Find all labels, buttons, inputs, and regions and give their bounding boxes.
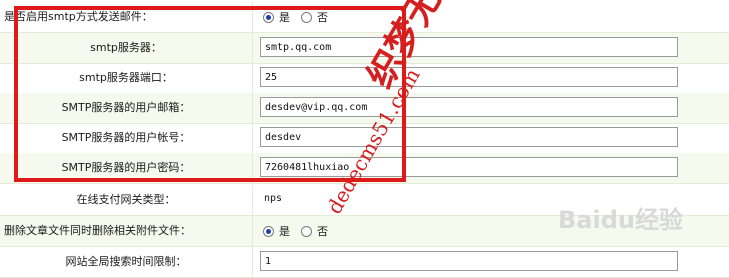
row-smtp-email: SMTP服务器的用户邮箱： desdev@vip.qq.com [0,93,729,124]
smtp-port-input[interactable]: 25 [260,67,678,87]
row-payment-gateway: 在线支付网关类型： nps [0,185,729,216]
smtp-enable-yes-radio[interactable] [263,11,274,23]
delete-attachments-yes-label[interactable]: 是 [279,223,290,239]
row-smtp-server: smtp服务器： smtp.qq.com [0,33,729,64]
delete-attachments-no-radio[interactable] [301,225,312,237]
smtp-enable-no-label[interactable]: 否 [317,9,328,25]
label-smtp-port: smtp服务器端口： [0,63,253,93]
payment-gateway-value[interactable]: nps [260,189,678,209]
smtp-enable-radio-group: 是 否 [263,2,334,32]
label-smtp-account: SMTP服务器的用户帐号： [0,123,253,153]
row-smtp-enable: 是否启用smtp方式发送邮件： 是 否 [0,2,729,33]
smtp-password-input[interactable]: 7260481lhuxiao [260,157,678,177]
row-smtp-password: SMTP服务器的用户密码： 7260481lhuxiao [0,153,729,184]
smtp-enable-no-radio[interactable] [301,11,312,23]
label-payment-gateway: 在线支付网关类型： [0,185,253,215]
smtp-enable-yes-label[interactable]: 是 [279,9,290,25]
smtp-account-input[interactable]: desdev [260,127,678,147]
row-delete-attachments: 删除文章文件同时删除相关附件文件： 是 否 [0,216,729,247]
label-delete-attachments: 删除文章文件同时删除相关附件文件： [0,216,253,246]
delete-attachments-yes-radio[interactable] [263,225,274,237]
smtp-email-input[interactable]: desdev@vip.qq.com [260,97,678,117]
search-time-limit-input[interactable]: 1 [260,251,678,271]
row-search-time-limit: 网站全局搜索时间限制： 1 [0,247,729,278]
row-smtp-account: SMTP服务器的用户帐号： desdev [0,123,729,154]
smtp-server-input[interactable]: smtp.qq.com [260,37,678,57]
label-smtp-enable: 是否启用smtp方式发送邮件： [0,2,253,32]
label-smtp-password: SMTP服务器的用户密码： [0,153,253,183]
delete-attachments-radio-group: 是 否 [263,216,334,246]
label-smtp-server: smtp服务器： [0,33,253,63]
label-search-time-limit: 网站全局搜索时间限制： [0,247,253,277]
row-smtp-port: smtp服务器端口： 25 [0,63,729,94]
label-smtp-email: SMTP服务器的用户邮箱： [0,93,253,123]
delete-attachments-no-label[interactable]: 否 [317,223,328,239]
